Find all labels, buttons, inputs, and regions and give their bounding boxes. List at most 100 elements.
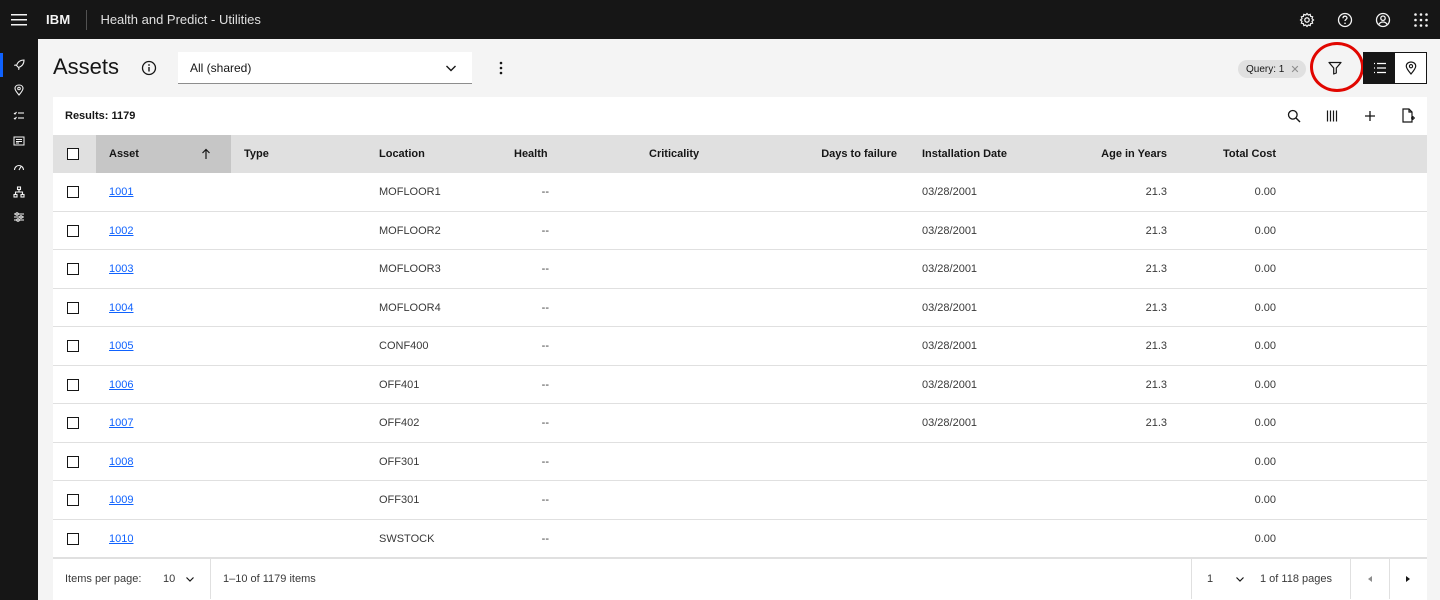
filter-button[interactable] [1317, 52, 1353, 84]
app-switcher-icon[interactable] [1402, 0, 1440, 39]
map-view-location-icon[interactable] [1395, 53, 1426, 83]
settings-icon[interactable] [1288, 0, 1326, 39]
cell-installation-date [922, 520, 1042, 558]
row-checkbox[interactable] [67, 378, 79, 391]
table-row[interactable]: 1010 SWSTOCK -- 0.00 [53, 520, 1427, 558]
asset-link[interactable]: 1008 [109, 456, 133, 468]
cell-type [244, 366, 364, 404]
column-header-type[interactable]: Type [244, 135, 269, 173]
cell-location: OFF401 [379, 378, 420, 391]
column-header-days-to-failure[interactable]: Days to failure [784, 135, 897, 173]
help-icon[interactable] [1326, 0, 1364, 39]
column-header-health[interactable]: Health [514, 135, 548, 173]
row-checkbox[interactable] [67, 186, 79, 198]
cell-installation-date: 03/28/2001 [922, 378, 978, 391]
add-icon[interactable] [1351, 97, 1389, 135]
cell-location: MOFLOOR4 [379, 301, 441, 314]
column-header-asset[interactable]: Asset [96, 135, 231, 173]
table-row[interactable]: 1009 OFF301 -- 0.00 [53, 481, 1427, 520]
rail-sliders-icon[interactable] [0, 205, 38, 229]
asset-link[interactable]: 1009 [109, 494, 133, 506]
cell-installation-date: 03/28/2001 [922, 224, 978, 237]
row-checkbox[interactable] [67, 494, 79, 506]
chevron-down-icon [446, 65, 456, 72]
column-header-criticality[interactable]: Criticality [649, 135, 699, 173]
info-icon[interactable] [139, 58, 159, 78]
columns-icon[interactable] [1313, 97, 1351, 135]
rail-dashboard-icon[interactable] [0, 129, 38, 153]
row-checkbox[interactable] [67, 417, 79, 429]
top-header: IBM Health and Predict - Utilities [0, 0, 1440, 39]
cell-installation-date [922, 481, 1042, 519]
table-row[interactable]: 1006 OFF401 -- 03/28/2001 21.3 0.00 [53, 366, 1427, 404]
asset-link[interactable]: 1003 [109, 263, 133, 275]
asset-link[interactable]: 1004 [109, 302, 133, 314]
cell-criticality [649, 250, 769, 288]
cell-total-cost: 0.00 [1254, 340, 1276, 352]
table-row[interactable]: 1008 OFF301 -- 0.00 [53, 443, 1427, 481]
rail-checklist-icon[interactable] [0, 104, 38, 128]
cell-criticality [649, 520, 769, 558]
table-row[interactable]: 1004 MOFLOOR4 -- 03/28/2001 21.3 0.00 [53, 289, 1427, 327]
items-per-page-select[interactable]: 10 [163, 559, 195, 599]
cell-type [244, 404, 364, 442]
chevron-down-icon [186, 577, 195, 582]
row-checkbox[interactable] [67, 224, 79, 237]
column-header-total-cost[interactable]: Total Cost [1192, 135, 1276, 173]
asset-link[interactable]: 1007 [109, 417, 133, 429]
row-checkbox-cell [67, 250, 79, 288]
rail-hierarchy-icon[interactable] [0, 180, 38, 204]
rail-location-icon[interactable] [0, 78, 38, 102]
next-page-button[interactable] [1389, 559, 1427, 599]
cell-age-in-years: 21.3 [1145, 378, 1167, 391]
rail-rocket-icon[interactable] [0, 53, 38, 77]
row-checkbox-cell [67, 366, 79, 404]
close-icon[interactable]: ✕ [1290, 63, 1299, 76]
row-checkbox[interactable] [67, 532, 79, 545]
items-per-page-value: 10 [163, 573, 176, 585]
column-header-installation-date[interactable]: Installation Date [922, 135, 1007, 173]
cell-days-to-failure [784, 366, 897, 404]
view-select-dropdown[interactable]: All (shared) [178, 52, 472, 84]
column-header-location[interactable]: Location [379, 135, 425, 173]
table-row[interactable]: 1003 MOFLOOR3 -- 03/28/2001 21.3 0.00 [53, 250, 1427, 289]
row-checkbox[interactable] [67, 340, 79, 352]
column-header-age-in-years[interactable]: Age in Years [1057, 135, 1167, 173]
cell-age-in-years [1057, 481, 1167, 519]
asset-link[interactable]: 1006 [109, 379, 133, 391]
cell-total-cost: 0.00 [1254, 378, 1276, 391]
row-checkbox-cell [67, 327, 79, 365]
brand-logo[interactable]: IBM [38, 12, 86, 27]
table-row[interactable]: 1007 OFF402 -- 03/28/2001 21.3 0.00 [53, 404, 1427, 443]
previous-page-button[interactable] [1351, 559, 1389, 599]
row-checkbox[interactable] [67, 455, 79, 468]
row-checkbox[interactable] [67, 263, 79, 275]
cell-criticality [649, 481, 769, 519]
cell-days-to-failure [784, 327, 897, 365]
page-title: Assets [53, 54, 120, 79]
cell-criticality [649, 173, 769, 211]
asset-link[interactable]: 1005 [109, 340, 133, 352]
cell-age-in-years: 21.3 [1145, 186, 1167, 198]
asset-link[interactable]: 1010 [109, 533, 133, 545]
cell-criticality [649, 443, 769, 481]
hamburger-menu-icon[interactable] [0, 0, 38, 39]
table-row[interactable]: 1001 MOFLOOR1 -- 03/28/2001 21.3 0.00 [53, 173, 1427, 212]
rail-meter-icon[interactable] [0, 155, 38, 179]
cell-asset: 1003 [109, 250, 133, 288]
overflow-menu-icon[interactable] [490, 56, 512, 80]
cell-total-cost: 0.00 [1254, 224, 1276, 237]
user-avatar-icon[interactable] [1364, 0, 1402, 39]
list-view-icon[interactable] [1364, 53, 1395, 83]
asset-link[interactable]: 1002 [109, 225, 133, 237]
select-all-checkbox[interactable] [67, 148, 79, 160]
search-icon[interactable] [1275, 97, 1313, 135]
table-row[interactable]: 1005 CONF400 -- 03/28/2001 21.3 0.00 [53, 327, 1427, 366]
row-checkbox[interactable] [67, 301, 79, 314]
asset-link[interactable]: 1001 [109, 186, 133, 198]
cell-health: -- [541, 455, 549, 468]
export-file-icon[interactable] [1389, 97, 1427, 135]
page-number-select[interactable]: 1 [1207, 559, 1245, 599]
table-row[interactable]: 1002 MOFLOOR2 -- 03/28/2001 21.3 0.00 [53, 212, 1427, 250]
row-checkbox-cell [67, 289, 79, 327]
